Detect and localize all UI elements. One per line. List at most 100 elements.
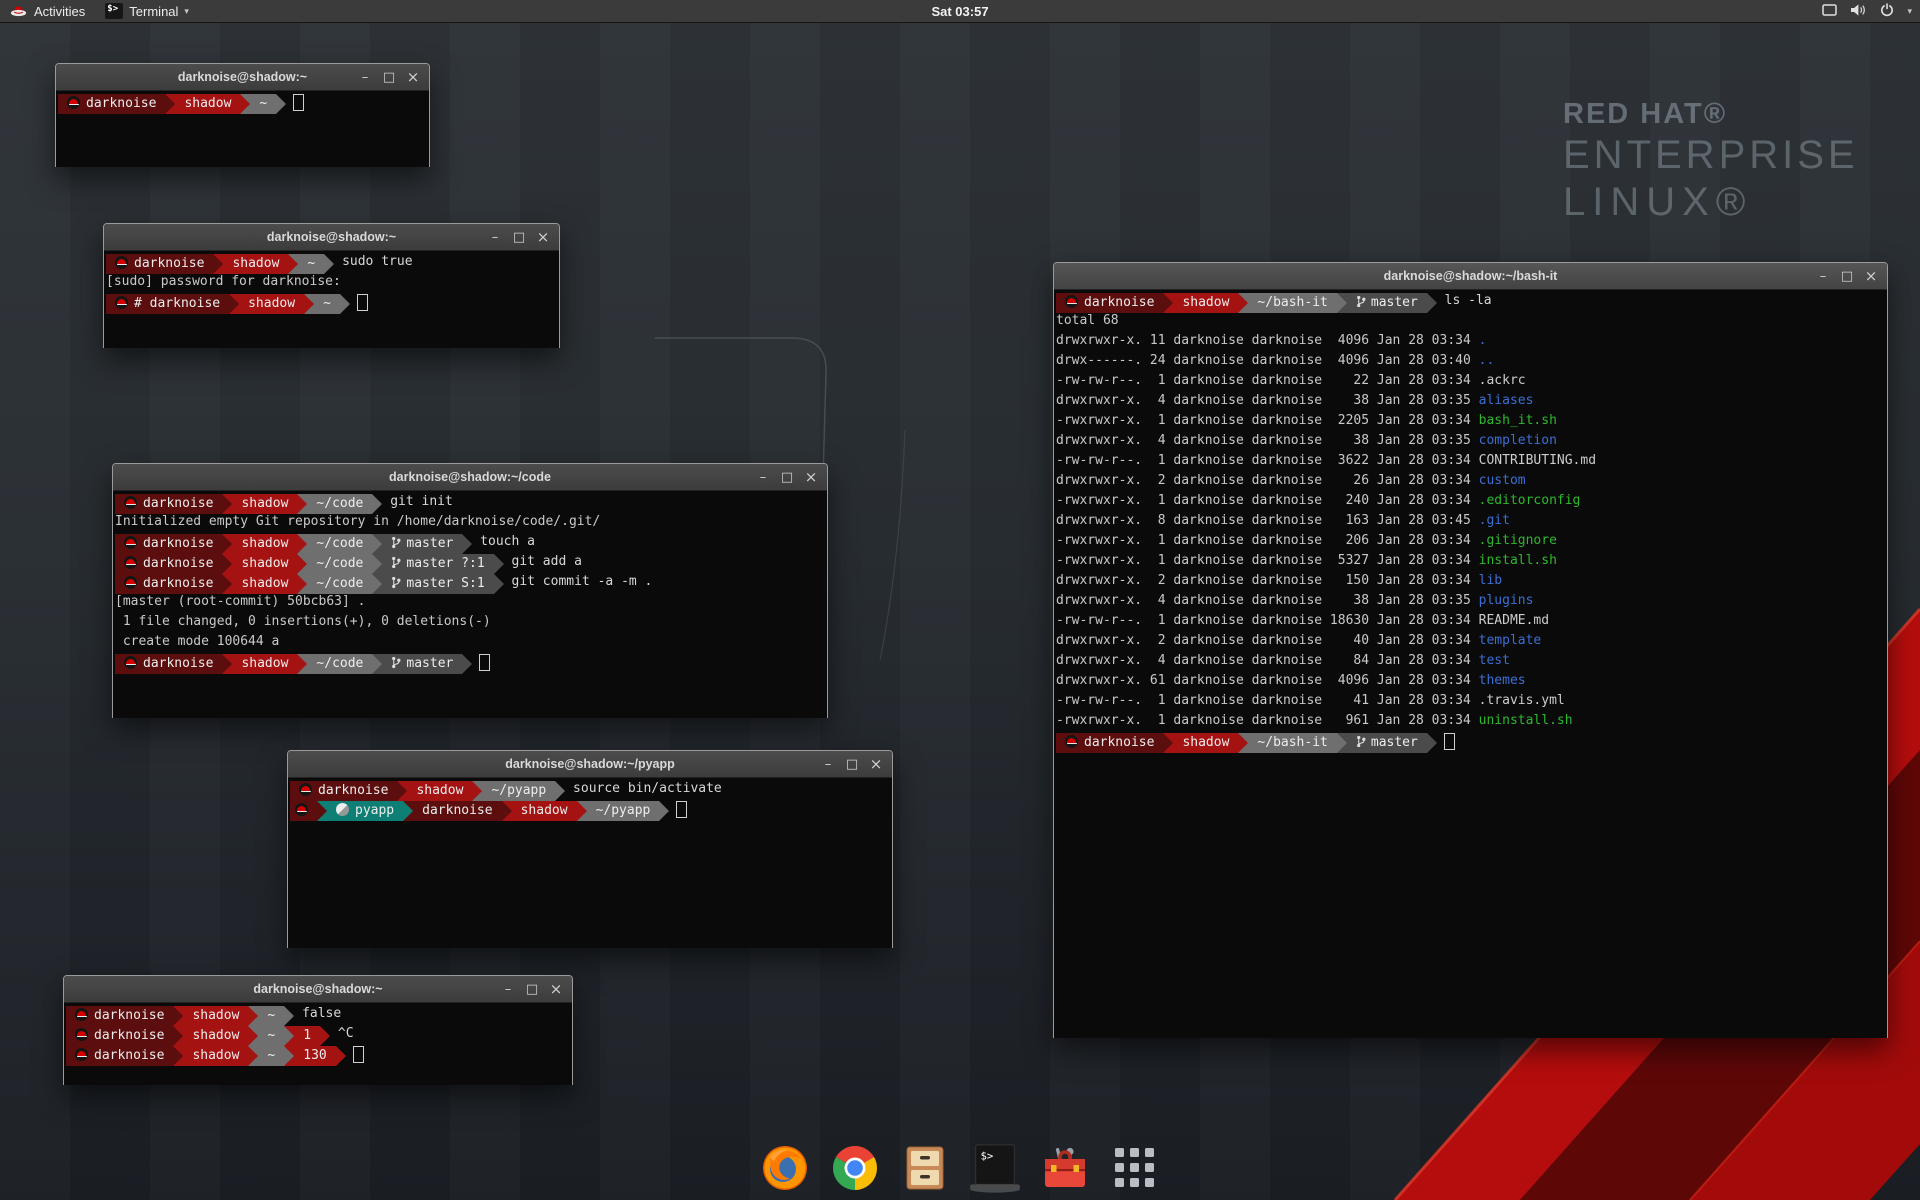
file-meta: -rwxrwxr-x. 1 darknoise darknoise 5327 J…: [1056, 553, 1479, 568]
terminal-line: create mode 100644 a: [115, 634, 825, 654]
close-button[interactable]: ×: [403, 67, 423, 87]
caret-down-icon[interactable]: ▾: [1907, 6, 1912, 17]
terminal-line: darknoiseshadow~/bash-itmaster ls -la: [1056, 293, 1885, 313]
terminal-line: drwxrwxr-x. 4 darknoise darknoise 38 Jan…: [1056, 393, 1885, 413]
close-button[interactable]: ×: [546, 979, 566, 999]
prompt-segment: master: [1347, 733, 1427, 753]
powerline-arrow-icon: [472, 781, 482, 801]
window-titlebar[interactable]: darknoise@shadow:~–□×: [56, 64, 429, 91]
powerline-arrow-icon: [1238, 293, 1248, 313]
maximize-button[interactable]: □: [842, 754, 862, 774]
terminal-line: drwxrwxr-x. 2 darknoise darknoise 40 Jan…: [1056, 633, 1885, 653]
maximize-button[interactable]: □: [522, 979, 542, 999]
power-icon[interactable]: [1880, 3, 1894, 20]
terminal-line: -rwxrwxr-x. 1 darknoise darknoise 240 Ja…: [1056, 493, 1885, 513]
terminal-line: darknoiseshadow~/codemaster touch a: [115, 534, 825, 554]
clock[interactable]: Sat 03:57: [931, 4, 988, 19]
close-button[interactable]: ×: [801, 467, 821, 487]
file-meta: -rwxrwxr-x. 1 darknoise darknoise 240 Ja…: [1056, 493, 1479, 508]
prompt-segment-text: ~: [267, 1028, 275, 1043]
prompt-segment: shadow: [232, 534, 297, 554]
app-menu-button[interactable]: $> Terminal ▾: [95, 0, 199, 22]
prompt-segment-text: shadow: [416, 783, 463, 798]
window-titlebar[interactable]: darknoise@shadow:~/bash-it–□×: [1054, 263, 1887, 290]
firefox-icon[interactable]: [758, 1140, 812, 1196]
screen-icon[interactable]: [1822, 4, 1837, 19]
chrome-icon[interactable]: [828, 1140, 882, 1196]
prompt-segment-text: master: [406, 536, 453, 551]
window-titlebar[interactable]: darknoise@shadow:~ –□×: [64, 976, 572, 1003]
terminal-line: total 68: [1056, 313, 1885, 333]
prompt-segment: shadow: [232, 554, 297, 574]
redhat-prompt-icon: [75, 1008, 88, 1021]
minimize-button[interactable]: –: [1813, 266, 1833, 286]
prompt-segment: ~/code: [307, 574, 372, 594]
window-controls: –□×: [485, 224, 553, 250]
powerline-arrow-icon: [222, 534, 232, 554]
powerline-arrow-icon: [229, 294, 239, 314]
toolbox-icon[interactable]: [1038, 1140, 1092, 1196]
window-title: darknoise@shadow:~: [253, 982, 382, 996]
maximize-button[interactable]: □: [1837, 266, 1857, 286]
files-icon[interactable]: [898, 1140, 952, 1196]
window-title: darknoise@shadow:~/code: [389, 470, 551, 484]
powerline-arrow-icon: [340, 294, 350, 314]
terminal-line: drwxrwxr-x. 2 darknoise darknoise 150 Ja…: [1056, 573, 1885, 593]
file-name: .editorconfig: [1479, 493, 1581, 508]
prompt-segment-text: ~: [307, 256, 315, 271]
minimize-button[interactable]: –: [485, 227, 505, 247]
powerline-arrow-icon: [297, 554, 307, 574]
prompt-segment: ~/pyapp: [587, 801, 660, 821]
powerline-arrow-icon: [248, 1046, 258, 1066]
prompt-segment-text: ~/pyapp: [596, 803, 651, 818]
prompt-segment-text: shadow: [184, 96, 231, 111]
prompt-segment: # darknoise: [106, 294, 229, 314]
prompt-segment-text: shadow: [248, 296, 295, 311]
terminal-line: drwxrwxr-x. 4 darknoise darknoise 84 Jan…: [1056, 653, 1885, 673]
brand-line-2: ENTERPRISE: [1563, 133, 1859, 178]
prompt-segment: darknoise: [115, 534, 222, 554]
maximize-button[interactable]: □: [777, 467, 797, 487]
prompt-segment: shadow: [1173, 293, 1238, 313]
terminal-content[interactable]: darknoiseshadow~/pyapp source bin/activa…: [288, 778, 892, 948]
close-button[interactable]: ×: [1861, 266, 1881, 286]
app-grid-icon[interactable]: [1108, 1140, 1162, 1196]
minimize-button[interactable]: –: [498, 979, 518, 999]
powerline-arrow-icon: [403, 801, 413, 821]
close-button[interactable]: ×: [533, 227, 553, 247]
file-name: README.md: [1479, 613, 1549, 628]
terminal-line: darknoiseshadow~/code git init: [115, 494, 825, 514]
volume-icon[interactable]: [1850, 3, 1867, 20]
minimize-button[interactable]: –: [753, 467, 773, 487]
window-titlebar[interactable]: darknoise@shadow:~/code –□×: [113, 464, 827, 491]
redhat-prompt-icon: [115, 256, 128, 269]
terminal-line: drwxrwxr-x. 4 darknoise darknoise 38 Jan…: [1056, 593, 1885, 613]
minimize-button[interactable]: –: [818, 754, 838, 774]
maximize-button[interactable]: □: [509, 227, 529, 247]
minimize-button[interactable]: –: [355, 67, 375, 87]
prompt-segment: darknoise: [115, 494, 222, 514]
powerline-arrow-icon: [240, 94, 250, 114]
terminal-content[interactable]: darknoiseshadow~/bash-itmaster ls -latot…: [1054, 290, 1887, 1038]
prompt-segment: ~/bash-it: [1248, 293, 1336, 313]
file-meta: drwxrwxr-x. 2 darknoise darknoise 150 Ja…: [1056, 573, 1479, 588]
prompt-segment-text: master S:1: [406, 576, 484, 591]
window-titlebar[interactable]: darknoise@shadow:~–□×: [104, 224, 559, 251]
terminal-line: pyappdarknoiseshadow~/pyapp: [290, 801, 890, 821]
terminal-content[interactable]: darknoiseshadow~ sudo true[sudo] passwor…: [104, 251, 559, 348]
prompt-segment: shadow: [232, 494, 297, 514]
activities-button[interactable]: Activities: [0, 0, 95, 22]
prompt-segment: ~/code: [307, 554, 372, 574]
top-bar: Activities $> Terminal ▾ Sat 03:57 ▾: [0, 0, 1920, 23]
prompt-segment: shadow: [183, 1026, 248, 1046]
close-button[interactable]: ×: [866, 754, 886, 774]
file-meta: -rw-rw-r--. 1 darknoise darknoise 22 Jan…: [1056, 373, 1479, 388]
redhat-prompt-icon: [1065, 295, 1078, 308]
terminal-content[interactable]: darknoiseshadow~/code git initInitialize…: [113, 491, 827, 718]
maximize-button[interactable]: □: [379, 67, 399, 87]
terminal-icon[interactable]: $>: [968, 1140, 1022, 1196]
window-titlebar[interactable]: darknoise@shadow:~/pyapp–□×: [288, 751, 892, 778]
terminal-content[interactable]: darknoiseshadow~ falsedarknoiseshadow~1 …: [64, 1003, 572, 1085]
prompt-segment-text: ~: [323, 296, 331, 311]
terminal-content[interactable]: darknoiseshadow~: [56, 91, 429, 167]
